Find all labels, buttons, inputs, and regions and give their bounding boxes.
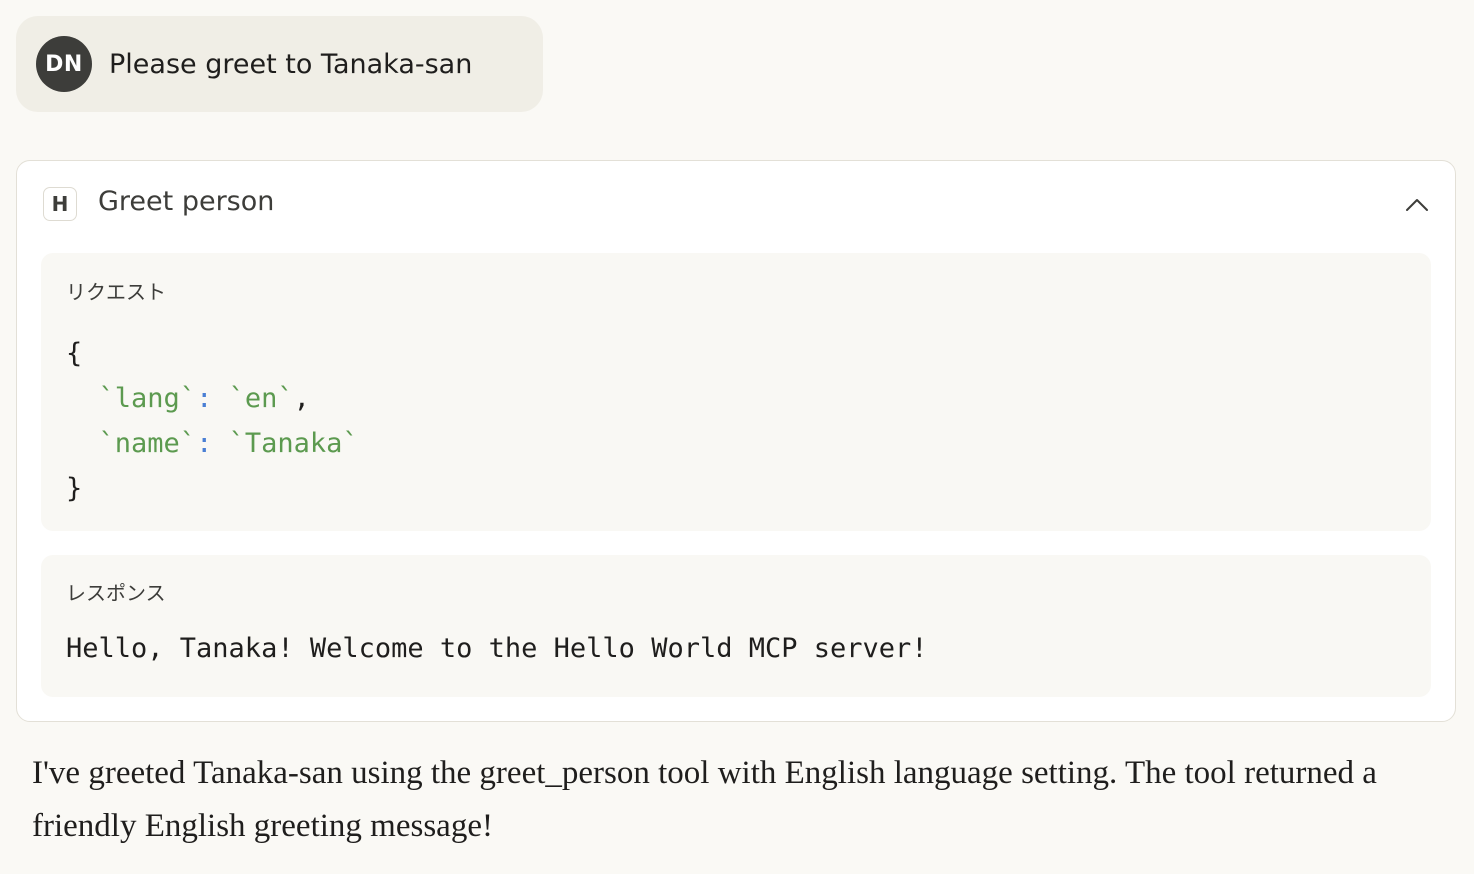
param-comma: , — [293, 383, 310, 414]
user-message-bubble: DN Please greet to Tanaka-san — [16, 16, 543, 112]
response-text: Hello, Tanaka! Welcome to the Hello Worl… — [66, 633, 928, 664]
chevron-up-icon — [1406, 199, 1428, 211]
param-value: `en` — [228, 383, 294, 414]
request-code-block: { `lang`: `en`, `name`: `Tanaka` } — [66, 331, 359, 511]
param-colon: : — [196, 428, 213, 459]
response-label: レスポンス — [66, 581, 166, 605]
tool-call-title: Greet person — [98, 186, 275, 217]
request-label: リクエスト — [66, 280, 166, 304]
param-key: `lang` — [98, 383, 197, 414]
user-message-text: Please greet to Tanaka-san — [109, 48, 473, 80]
code-open-brace: { — [66, 338, 83, 369]
tool-call-card: H Greet person リクエスト { `lang`: `en`, `na… — [16, 160, 1456, 722]
tool-call-header[interactable]: H Greet person — [17, 161, 1455, 249]
user-avatar: DN — [36, 36, 92, 92]
param-colon: : — [196, 383, 213, 414]
tool-server-badge: H — [43, 187, 77, 221]
collapse-button[interactable] — [1401, 191, 1433, 219]
response-panel: レスポンス Hello, Tanaka! Welcome to the Hell… — [41, 555, 1431, 697]
code-close-brace: } — [66, 473, 83, 504]
assistant-message-text: I've greeted Tanaka-san using the greet_… — [32, 755, 1377, 844]
request-panel: リクエスト { `lang`: `en`, `name`: `Tanaka` } — [41, 253, 1431, 531]
param-value: `Tanaka` — [228, 428, 359, 459]
param-key: `name` — [98, 428, 197, 459]
